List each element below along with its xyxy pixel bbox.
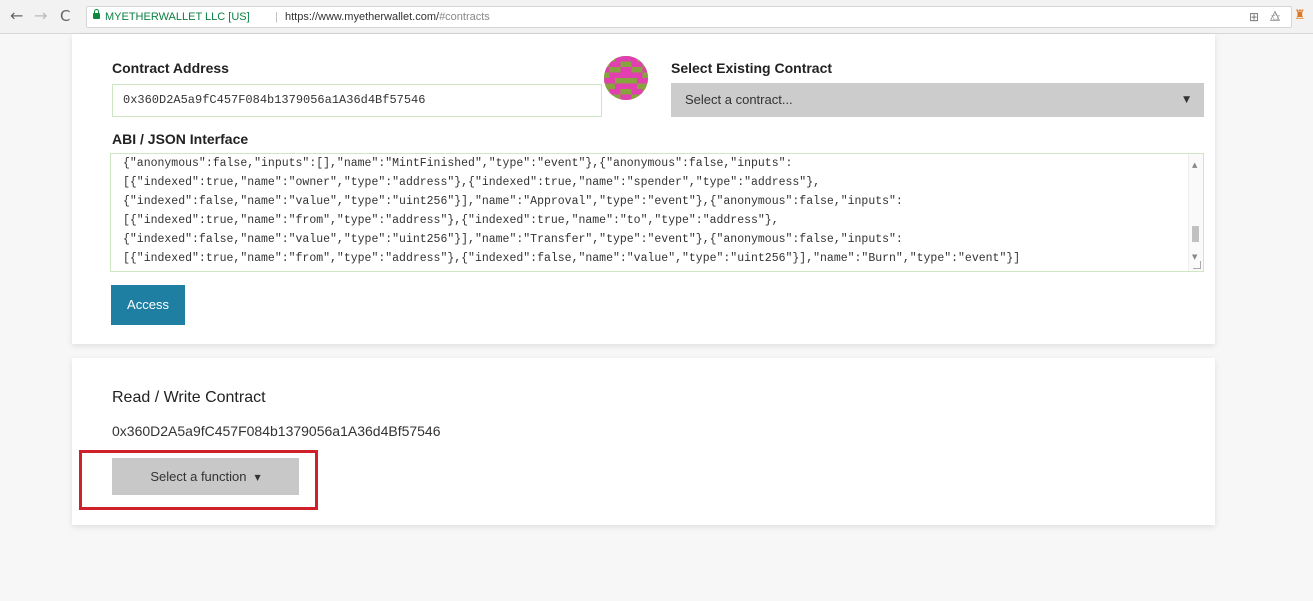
- abi-line: [{"indexed":true,"name":"from","type":"a…: [123, 214, 779, 227]
- translate-icon[interactable]: ⊞: [1249, 10, 1259, 24]
- read-write-card: Read / Write Contract 0x360D2A5a9fC457F0…: [72, 358, 1215, 525]
- scroll-up-icon[interactable]: ▲: [1192, 156, 1197, 175]
- abi-json-label: ABI / JSON Interface: [112, 131, 249, 147]
- site-organization: MYETHERWALLET LLC [US]: [105, 11, 250, 23]
- url-host: https://www.myetherwallet.com/: [285, 11, 440, 23]
- abi-line: {"anonymous":false,"inputs":[],"name":"M…: [123, 157, 793, 170]
- select-existing-contract-label: Select Existing Contract: [671, 60, 833, 76]
- scrollbar-thumb[interactable]: [1192, 226, 1199, 242]
- address-bar[interactable]: MYETHERWALLET LLC [US] | https://www.mye…: [86, 6, 1292, 28]
- contract-address-label: Contract Address: [112, 60, 229, 76]
- resize-grip-icon[interactable]: [1193, 261, 1201, 269]
- arrow-right-icon[interactable]: →: [34, 8, 47, 24]
- abi-line: {"indexed":false,"name":"value","type":"…: [123, 195, 903, 208]
- select-contract-dropdown[interactable]: Select a contract... ▼: [671, 83, 1204, 117]
- arrow-left-icon[interactable]: ←: [10, 8, 23, 24]
- access-button[interactable]: Access: [111, 285, 185, 325]
- highlight-box: [79, 450, 318, 510]
- abi-line: [{"indexed":true,"name":"owner","type":"…: [123, 176, 821, 189]
- read-write-title: Read / Write Contract: [112, 389, 266, 406]
- abi-json-textarea[interactable]: {"anonymous":false,"inputs":[],"name":"M…: [110, 153, 1204, 272]
- select-contract-placeholder: Select a contract...: [685, 92, 793, 107]
- metamask-icon[interactable]: ♜: [1294, 9, 1306, 23]
- abi-line: [{"indexed":true,"name":"from","type":"a…: [123, 252, 1021, 265]
- abi-line: {"indexed":false,"name":"value","type":"…: [123, 233, 903, 246]
- caret-down-icon: ▼: [1183, 95, 1190, 105]
- lock-icon: [93, 9, 100, 19]
- read-write-address: 0x360D2A5a9fC457F084b1379056a1A36d4Bf575…: [112, 423, 441, 439]
- url-separator: |: [275, 11, 278, 23]
- google-drive-icon[interactable]: △: [1270, 9, 1280, 23]
- reload-icon[interactable]: C: [60, 8, 70, 24]
- url-path: #contracts: [439, 11, 490, 23]
- contract-access-card: Contract Address 0x360D2A5a9fC457F084b13…: [72, 34, 1215, 344]
- browser-toolbar: ← → C MYETHERWALLET LLC [US] | https://w…: [0, 0, 1313, 34]
- abi-scrollbar[interactable]: ▲ ▼: [1188, 154, 1203, 271]
- address-identicon: [604, 56, 648, 100]
- contract-address-input[interactable]: 0x360D2A5a9fC457F084b1379056a1A36d4Bf575…: [112, 84, 602, 117]
- url-text: https://www.myetherwallet.com/#contracts: [285, 7, 490, 27]
